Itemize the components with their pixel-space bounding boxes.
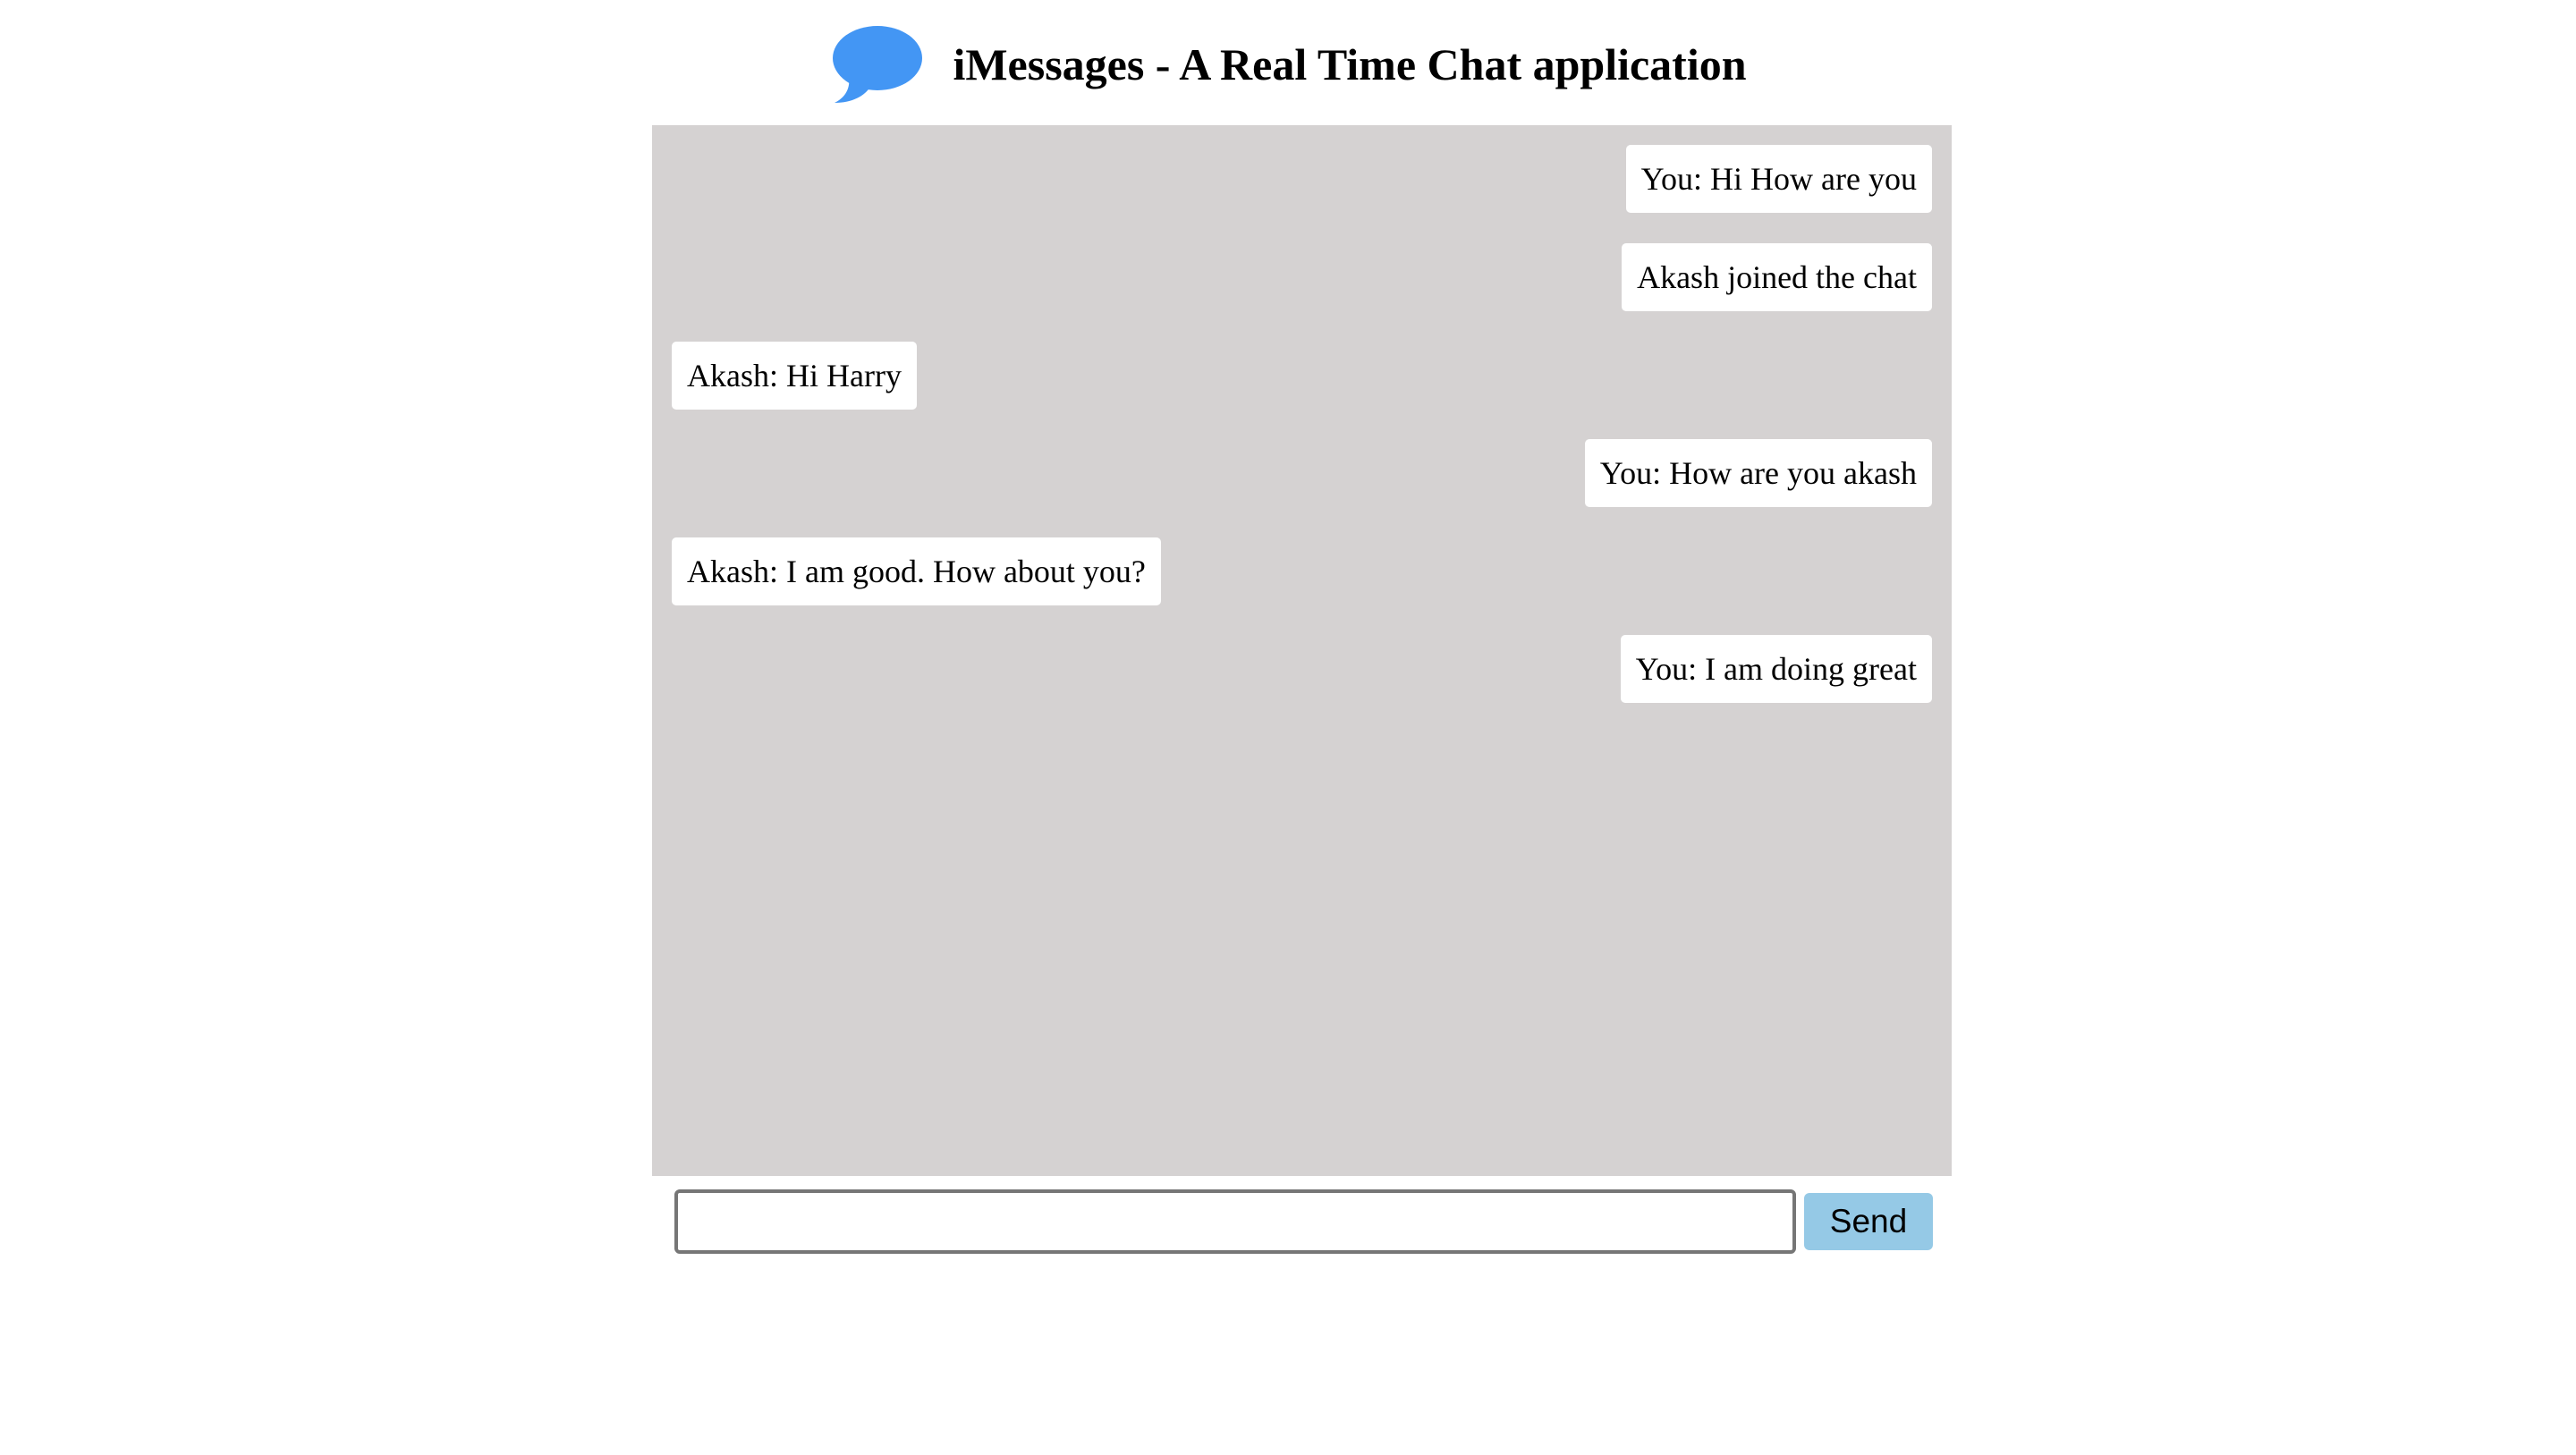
message-row: Akash joined the chat [672, 243, 1932, 311]
message-bubble-incoming: Akash: Hi Harry [672, 342, 917, 410]
message-bubble-outgoing: You: Hi How are you [1625, 145, 1932, 213]
message-composer: Send [674, 1189, 1933, 1254]
chat-bubble-icon [833, 26, 923, 103]
message-row: You: How are you akash [672, 439, 1932, 507]
chat-window[interactable]: You: Hi How are you Akash joined the cha… [652, 125, 1952, 1176]
message-bubble-incoming: Akash: I am good. How about you? [672, 537, 1161, 605]
message-bubble-outgoing: You: How are you akash [1584, 439, 1932, 507]
send-button[interactable]: Send [1804, 1193, 1933, 1250]
message-bubble-outgoing: You: I am doing great [1620, 635, 1932, 703]
message-row: Akash: Hi Harry [672, 342, 1932, 410]
message-row: Akash: I am good. How about you? [672, 537, 1932, 605]
app-page: iMessages - A Real Time Chat application… [0, 0, 2576, 1455]
message-row: You: I am doing great [672, 635, 1932, 703]
join-notification-bubble: Akash joined the chat [1622, 243, 1932, 311]
message-row: You: Hi How are you [672, 145, 1932, 213]
app-header: iMessages - A Real Time Chat application [0, 21, 2576, 107]
page-title: iMessages - A Real Time Chat application [953, 39, 1747, 89]
message-input[interactable] [674, 1189, 1796, 1254]
